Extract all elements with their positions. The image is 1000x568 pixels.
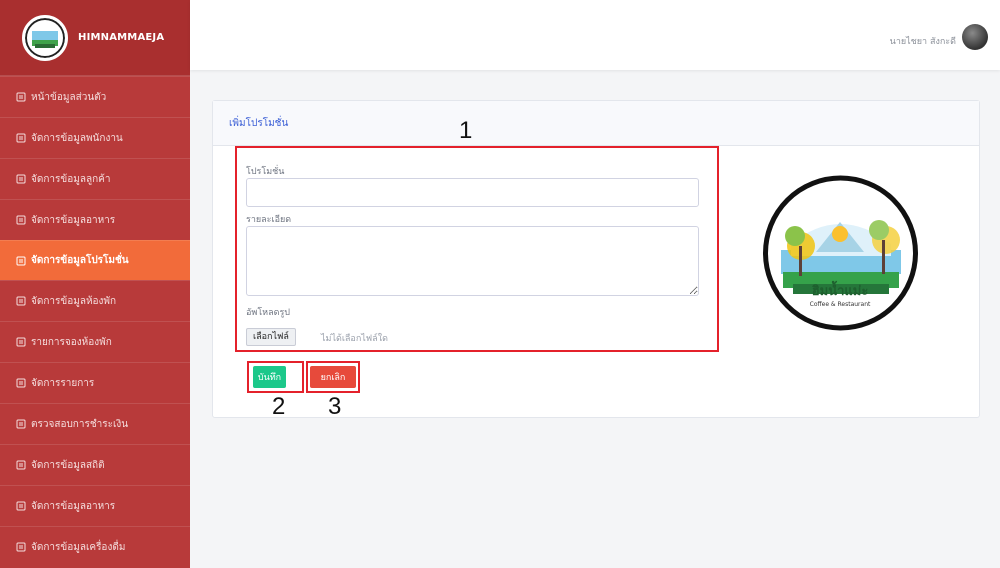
promotion-name-input[interactable] — [246, 178, 699, 207]
sidebar-item-label: จัดการรายการ — [31, 377, 95, 389]
callout-3: 3 — [328, 393, 342, 420]
callout-1: 1 — [459, 117, 473, 144]
menu-item-icon — [16, 92, 26, 102]
user-avatar[interactable] — [962, 24, 988, 50]
menu-item-icon — [16, 378, 26, 388]
sidebar-item-label: จัดการข้อมูลเครื่องดื่ม — [31, 541, 126, 553]
sidebar-item-label: ตรวจสอบการชำระเงิน — [31, 418, 129, 430]
save-button[interactable]: บันทึก — [253, 366, 286, 388]
promotion-detail-label: รายละเอียด — [246, 215, 292, 225]
brand[interactable]: HIMNAMMAEJA — [0, 0, 190, 76]
image-upload-label: อัพโหลดรูป — [246, 308, 291, 318]
sidebar-item-0[interactable]: หน้าข้อมูลส่วนตัว — [0, 76, 190, 117]
sidebar-item-9[interactable]: จัดการข้อมูลสถิติ — [0, 444, 190, 485]
sidebar-item-3[interactable]: จัดการข้อมูลอาหาร — [0, 199, 190, 240]
menu-item-icon — [16, 215, 26, 225]
sidebar-item-label: จัดการข้อมูลลูกค้า — [31, 173, 111, 185]
brand-name: HIMNAMMAEJA — [78, 32, 165, 43]
sidebar-item-1[interactable]: จัดการข้อมูลพนักงาน — [0, 117, 190, 158]
sidebar-item-2[interactable]: จัดการข้อมูลลูกค้า — [0, 158, 190, 199]
sidebar-item-label: จัดการข้อมูลโปรโมชั่น — [31, 255, 129, 266]
sidebar-item-7[interactable]: จัดการรายการ — [0, 362, 190, 403]
card-title: เพิ่มโปรโมชั่น — [229, 117, 289, 129]
sidebar-item-label: หน้าข้อมูลส่วนตัว — [31, 91, 107, 103]
sidebar-item-6[interactable]: รายการจองห้องพัก — [0, 321, 190, 362]
sidebar-item-4[interactable]: จัดการข้อมูลโปรโมชั่น — [0, 240, 190, 280]
brand-logo — [22, 14, 68, 61]
sidebar-item-label: จัดการข้อมูลอาหาร — [31, 500, 116, 512]
card-header: เพิ่มโปรโมชั่น — [213, 101, 979, 146]
menu-item-icon — [16, 133, 26, 143]
sidebar-item-label: จัดการข้อมูลห้องพัก — [31, 295, 117, 307]
choose-file-button[interactable]: เลือกไฟล์ — [246, 328, 296, 346]
sidebar-item-label: จัดการข้อมูลอาหาร — [31, 214, 116, 226]
topbar: นายไชยา สังกะดี — [190, 0, 1000, 70]
promotion-name-label: โปรโมชั่น — [246, 167, 285, 177]
menu-item-icon — [16, 419, 26, 429]
callout-2: 2 — [272, 393, 286, 420]
menu-item-icon — [16, 542, 26, 552]
sidebar-item-5[interactable]: จัดการข้อมูลห้องพัก — [0, 280, 190, 321]
menu-item-icon — [16, 501, 26, 511]
menu-item-icon — [16, 174, 26, 184]
user-name[interactable]: นายไชยา สังกะดี — [890, 34, 956, 48]
sidebar-item-label: จัดการข้อมูลสถิติ — [31, 459, 105, 471]
sidebar: HIMNAMMAEJA หน้าข้อมูลส่วนตัวจัดการข้อมู… — [0, 0, 190, 568]
file-status-text: ไม่ได้เลือกไฟล์ใด — [321, 334, 388, 344]
menu-item-icon — [16, 256, 26, 266]
restaurant-logo: ฮิมน้ำแม่ะ Coffee & Restaurant — [763, 175, 918, 331]
logo-text-sub: Coffee & Restaurant — [810, 301, 871, 308]
sidebar-item-10[interactable]: จัดการข้อมูลอาหาร — [0, 485, 190, 526]
menu-item-icon — [16, 337, 26, 347]
menu-item-icon — [16, 296, 26, 306]
cancel-button[interactable]: ยกเลิก — [310, 366, 356, 388]
promotion-detail-textarea[interactable] — [246, 226, 699, 296]
sidebar-item-label: จัดการข้อมูลพนักงาน — [31, 132, 123, 144]
sidebar-item-label: รายการจองห้องพัก — [31, 336, 112, 348]
sidebar-item-11[interactable]: จัดการข้อมูลเครื่องดื่ม — [0, 526, 190, 567]
sidebar-item-8[interactable]: ตรวจสอบการชำระเงิน — [0, 403, 190, 444]
sidebar-nav: หน้าข้อมูลส่วนตัวจัดการข้อมูลพนักงานจัดก… — [0, 76, 190, 567]
menu-item-icon — [16, 460, 26, 470]
